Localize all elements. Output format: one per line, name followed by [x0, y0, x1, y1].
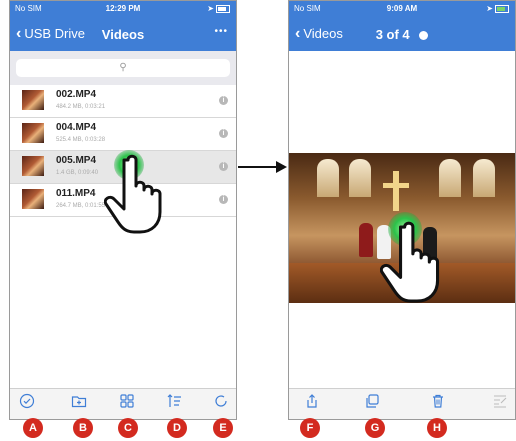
position-label: 3 of 4: [375, 27, 410, 42]
status-bar: No SIM 9:09 AM ➤: [289, 1, 515, 17]
file-meta: 1.4 GB, 0:09:40: [56, 170, 99, 176]
clock: 9:09 AM: [386, 4, 418, 13]
list-item[interactable]: 004.MP4 525.4 MB, 0:03:28 i: [10, 118, 236, 151]
battery-icon: ➤: [486, 4, 509, 13]
video-thumbnail: [22, 156, 44, 176]
hand-pointer-icon: [380, 221, 440, 303]
file-meta: 264.7 MB, 0:01:55: [56, 203, 106, 209]
right-phone-screen: No SIM 9:09 AM ➤ ‹ Videos 3 of 4: [288, 0, 516, 420]
transition-arrow: [238, 166, 278, 168]
page-title: 3 of 4: [289, 27, 515, 42]
share-icon[interactable]: [301, 393, 323, 415]
video-thumbnail: [22, 90, 44, 110]
refresh-icon[interactable]: [210, 393, 232, 415]
trash-icon[interactable]: [427, 393, 449, 415]
bottom-toolbar: [289, 388, 515, 419]
file-meta: 484.2 MB, 0:03:21: [56, 104, 106, 110]
callout-badge-a: A: [23, 418, 43, 438]
bottom-toolbar: [10, 388, 236, 419]
nav-bar: ‹ USB Drive Videos •••: [10, 17, 236, 51]
church-window: [439, 159, 461, 197]
file-name: 005.MP4: [56, 155, 97, 166]
hand-pointer-icon: [104, 154, 162, 234]
info-icon[interactable]: i: [219, 96, 228, 105]
arrow-head-icon: [276, 161, 287, 173]
grid-icon[interactable]: [116, 393, 138, 415]
file-name: 011.MP4: [56, 188, 96, 199]
church-window: [349, 159, 371, 197]
callout-badge-h: H: [427, 418, 447, 438]
edit-icon[interactable]: [489, 393, 511, 415]
search-input[interactable]: ⚲: [16, 59, 230, 77]
info-icon[interactable]: i: [219, 162, 228, 171]
callout-badge-b: B: [73, 418, 93, 438]
clock: 12:29 PM: [105, 4, 141, 13]
nav-bar: ‹ Videos 3 of 4: [289, 17, 515, 51]
file-name: 002.MP4: [56, 89, 97, 100]
select-icon[interactable]: [16, 393, 38, 415]
file-meta: 525.4 MB, 0:03:28: [56, 137, 106, 143]
callout-badge-d: D: [167, 418, 187, 438]
figure-red-robe: [359, 223, 373, 257]
battery-icon: ➤: [207, 4, 230, 13]
church-window: [317, 159, 339, 197]
callout-badge-c: C: [118, 418, 138, 438]
status-bar: No SIM 12:29 PM ➤: [10, 1, 236, 17]
info-icon[interactable]: i: [219, 129, 228, 138]
callout-badge-e: E: [213, 418, 233, 438]
search-icon: ⚲: [119, 62, 127, 73]
copy-icon[interactable]: [361, 393, 383, 415]
more-button[interactable]: •••: [214, 26, 228, 37]
search-area: ⚲: [10, 51, 236, 85]
info-icon[interactable]: i: [219, 195, 228, 204]
video-thumbnail: [22, 189, 44, 209]
church-window: [473, 159, 495, 197]
cross-image: [393, 171, 399, 211]
video-thumbnail: [22, 123, 44, 143]
sort-icon[interactable]: [164, 393, 186, 415]
file-name: 004.MP4: [56, 122, 97, 133]
list-item[interactable]: 002.MP4 484.2 MB, 0:03:21 i: [10, 85, 236, 118]
page-title: Videos: [101, 27, 145, 42]
info-icon[interactable]: [419, 31, 429, 41]
cross-image: [383, 183, 409, 188]
new-folder-icon[interactable]: [68, 393, 90, 415]
callout-badge-g: G: [365, 418, 385, 438]
callout-badge-f: F: [300, 418, 320, 438]
